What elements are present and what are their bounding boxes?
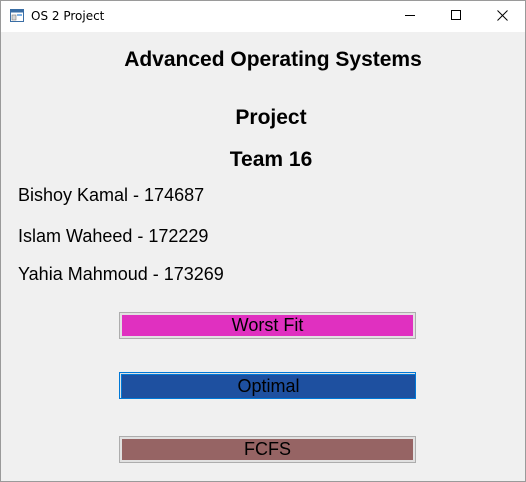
window-title: OS 2 Project: [31, 9, 105, 23]
close-button[interactable]: [479, 1, 525, 32]
team-member: Islam Waheed - 172229: [18, 226, 209, 246]
close-icon: [496, 8, 508, 26]
optimal-label: Optimal: [121, 374, 416, 399]
team-label: Team 16: [229, 148, 313, 171]
fcfs-label: FCFS: [122, 439, 413, 460]
maximize-button[interactable]: [433, 1, 479, 32]
client-area: Advanced Operating Systems Project Team …: [1, 32, 525, 481]
app-window-icon: [10, 9, 24, 22]
fcfs-button[interactable]: FCFS: [119, 436, 416, 463]
title-bar[interactable]: OS 2 Project: [1, 1, 525, 32]
project-label: Project: [235, 106, 307, 129]
maximize-icon: [450, 8, 462, 26]
worst-fit-label: Worst Fit: [122, 315, 413, 336]
team-member: Yahia Mahmoud - 173269: [18, 264, 224, 284]
course-heading: Advanced Operating Systems: [124, 48, 422, 71]
worst-fit-button[interactable]: Worst Fit: [119, 312, 416, 339]
app-window: OS 2 Project Advanced Operating Systems …: [0, 0, 526, 482]
minimize-icon: [404, 8, 416, 26]
team-member: Bishoy Kamal - 174687: [18, 185, 205, 205]
minimize-button[interactable]: [387, 1, 433, 32]
optimal-button[interactable]: Optimal: [119, 372, 416, 399]
